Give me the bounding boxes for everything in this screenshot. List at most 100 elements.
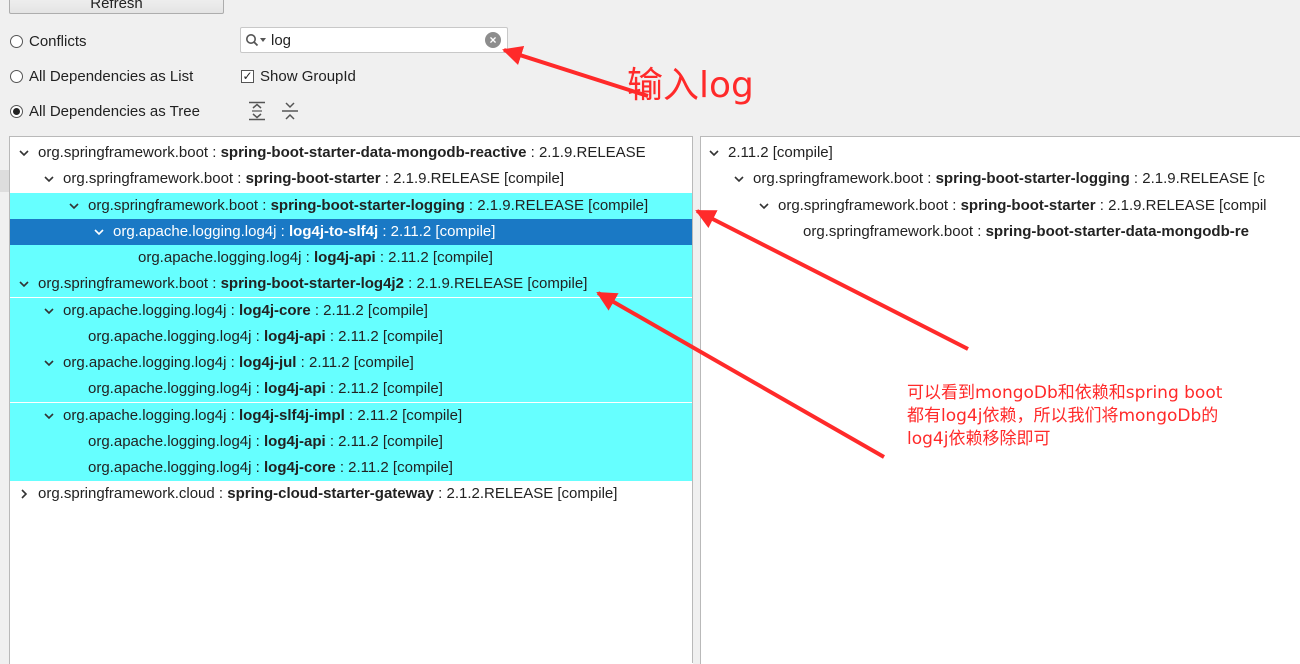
tree-row[interactable]: org.springframework.boot : spring-boot-s… [701,219,1300,245]
artifact-id: log4j-core [263,459,336,476]
tree-row-text: org.apache.logging.log4j : log4j-api : 2… [138,245,493,271]
group-id: org.springframework.boot [88,196,259,214]
separator: : [301,249,314,266]
artifact-id: log4j-to-slf4j [288,222,379,240]
tree-row[interactable]: org.springframework.boot : spring-boot-s… [10,140,693,166]
group-id: org.springframework.cloud [38,485,215,503]
version-scope: : 2.1.9.RELEASE [526,144,646,161]
chevron-down-icon[interactable] [66,193,82,219]
group-id: org.springframework.boot [803,222,974,240]
tree-row-text: 2.11.2 [compile] [728,140,833,166]
tree-row-text: org.apache.logging.log4j : log4j-jul : 2… [63,350,414,376]
tree-row[interactable]: org.apache.logging.log4j : log4j-api : 2… [10,376,693,403]
clear-search-icon[interactable]: × [485,32,501,48]
tree-row[interactable]: org.springframework.boot : spring-boot-s… [701,166,1300,192]
chevron-right-icon[interactable] [16,481,32,507]
artifact-id: log4j-api [313,249,376,266]
annotation-note-line: 都有log4j依赖，所以我们将mongoDb的 [907,406,1219,426]
tree-row[interactable]: org.springframework.boot : spring-boot-s… [10,192,693,219]
tree-row-text: org.apache.logging.log4j : log4j-slf4j-i… [63,403,462,429]
collapse-all-icon[interactable] [281,101,299,121]
chevron-down-icon[interactable] [41,166,57,192]
tree-row[interactable]: org.springframework.cloud : spring-cloud… [10,481,693,507]
checkmark-icon: ✓ [241,69,254,83]
tree-row[interactable]: org.apache.logging.log4j : log4j-api : 2… [10,245,693,271]
tree-row[interactable]: org.apache.logging.log4j : log4j-core : … [10,297,693,324]
group-id: org.apache.logging.log4j [88,459,252,476]
annotation-note-line: 可以看到mongoDb和依赖和spring boot [907,383,1223,403]
tree-row-text: org.springframework.cloud : spring-cloud… [38,481,617,507]
group-id: org.apache.logging.log4j [63,354,227,371]
radio-all-as-tree[interactable]: All Dependencies as Tree [10,103,200,120]
radio-conflicts[interactable]: Conflicts [10,33,87,50]
expand-all-icon[interactable] [248,101,266,121]
version-scope: : 2.1.9.RELEASE [c [1129,170,1265,188]
tree-row-text: org.springframework.boot : spring-boot-s… [778,193,1267,219]
tree-row-text: org.apache.logging.log4j : log4j-api : 2… [88,376,443,402]
tree-row[interactable]: org.springframework.boot : spring-boot-s… [10,166,693,192]
search-field[interactable]: log × [240,27,508,53]
pane-splitter[interactable] [692,136,700,663]
artifact-id: spring-boot-starter-logging [935,170,1130,188]
tree-row-text: org.springframework.boot : spring-boot-s… [38,140,646,166]
tree-row[interactable]: org.apache.logging.log4j : log4j-api : 2… [10,428,693,455]
chevron-down-icon[interactable] [91,219,107,245]
show-groupid-checkbox[interactable]: ✓ Show GroupId [241,68,356,85]
chevron-down-icon[interactable] [41,350,57,376]
refresh-button[interactable]: Refresh [9,0,224,14]
separator: : [948,196,961,214]
version-scope: : 2.11.2 [compile] [325,432,443,450]
tree-row-text: org.apache.logging.log4j : log4j-core : … [88,455,453,481]
group-id: org.apache.logging.log4j [63,406,227,424]
tree-row[interactable]: org.springframework.boot : spring-boot-s… [701,193,1300,219]
tree-row-text: org.springframework.boot : spring-boot-s… [38,271,587,297]
separator: : [276,222,289,240]
version-scope: : 2.1.9.RELEASE [compile] [380,170,565,188]
separator: : [226,406,239,424]
radio-all-as-tree-label: All Dependencies as Tree [29,103,200,120]
version-scope: : 2.11.2 [compile] [310,301,428,319]
radio-selected-icon [10,105,23,118]
chevron-down-icon[interactable] [41,298,57,324]
radio-circle-icon [10,35,23,48]
chevron-down-icon[interactable] [16,140,32,166]
artifact-id: log4j-jul [238,354,297,371]
radio-all-as-list[interactable]: All Dependencies as List [10,68,193,85]
separator: : [923,170,936,188]
group-id: org.springframework.boot [38,144,209,161]
artifact-id: spring-boot-starter [960,196,1096,214]
annotation-note-line: log4j依赖移除即可 [907,429,1051,449]
group-id: org.springframework.boot [753,170,924,188]
version-scope: : 2.11.2 [compile] [378,222,496,240]
chevron-down-icon[interactable] [16,271,32,297]
version-scope: : 2.1.9.RELEASE [compile] [464,196,649,214]
search-input[interactable]: log [271,32,485,49]
separator: : [208,275,221,293]
tree-row[interactable]: 2.11.2 [compile] [701,140,1300,166]
group-id: org.apache.logging.log4j [63,301,227,319]
artifact-id: spring-cloud-starter-gateway [227,485,434,503]
radio-all-as-list-label: All Dependencies as List [29,68,194,85]
chevron-down-icon[interactable] [731,166,747,192]
artifact-id: spring-boot-starter [245,170,381,188]
tree-row-text: org.apache.logging.log4j : log4j-to-slf4… [113,219,495,245]
tree-row[interactable]: org.apache.logging.log4j : log4j-jul : 2… [10,350,693,376]
group-id: org.apache.logging.log4j [88,327,252,345]
artifact-id: log4j-slf4j-impl [238,406,345,424]
tree-row[interactable]: org.apache.logging.log4j : log4j-slf4j-i… [10,402,693,429]
version-scope: : 2.11.2 [compile] [325,380,443,398]
chevron-down-icon[interactable] [756,193,772,219]
tree-row[interactable]: org.apache.logging.log4j : log4j-to-slf4… [10,218,693,245]
side-gutter [0,170,9,192]
version-scope: : 2.11.2 [compile] [325,327,443,345]
chevron-down-icon[interactable] [706,140,722,166]
tree-row[interactable]: org.springframework.boot : spring-boot-s… [10,271,693,298]
annotation-note: 可以看到mongoDb和依赖和spring boot 都有log4j依赖，所以我… [907,382,1287,451]
chevron-down-icon[interactable] [41,403,57,429]
tree-row-text: org.apache.logging.log4j : log4j-api : 2… [88,324,443,350]
dependency-tree-pane[interactable]: org.springframework.boot : spring-boot-s… [9,136,693,664]
annotation-input-hint: 输入log [627,65,754,106]
tree-row[interactable]: org.apache.logging.log4j : log4j-core : … [10,455,693,481]
tree-row[interactable]: org.apache.logging.log4j : log4j-api : 2… [10,323,693,350]
show-groupid-label: Show GroupId [260,68,356,85]
